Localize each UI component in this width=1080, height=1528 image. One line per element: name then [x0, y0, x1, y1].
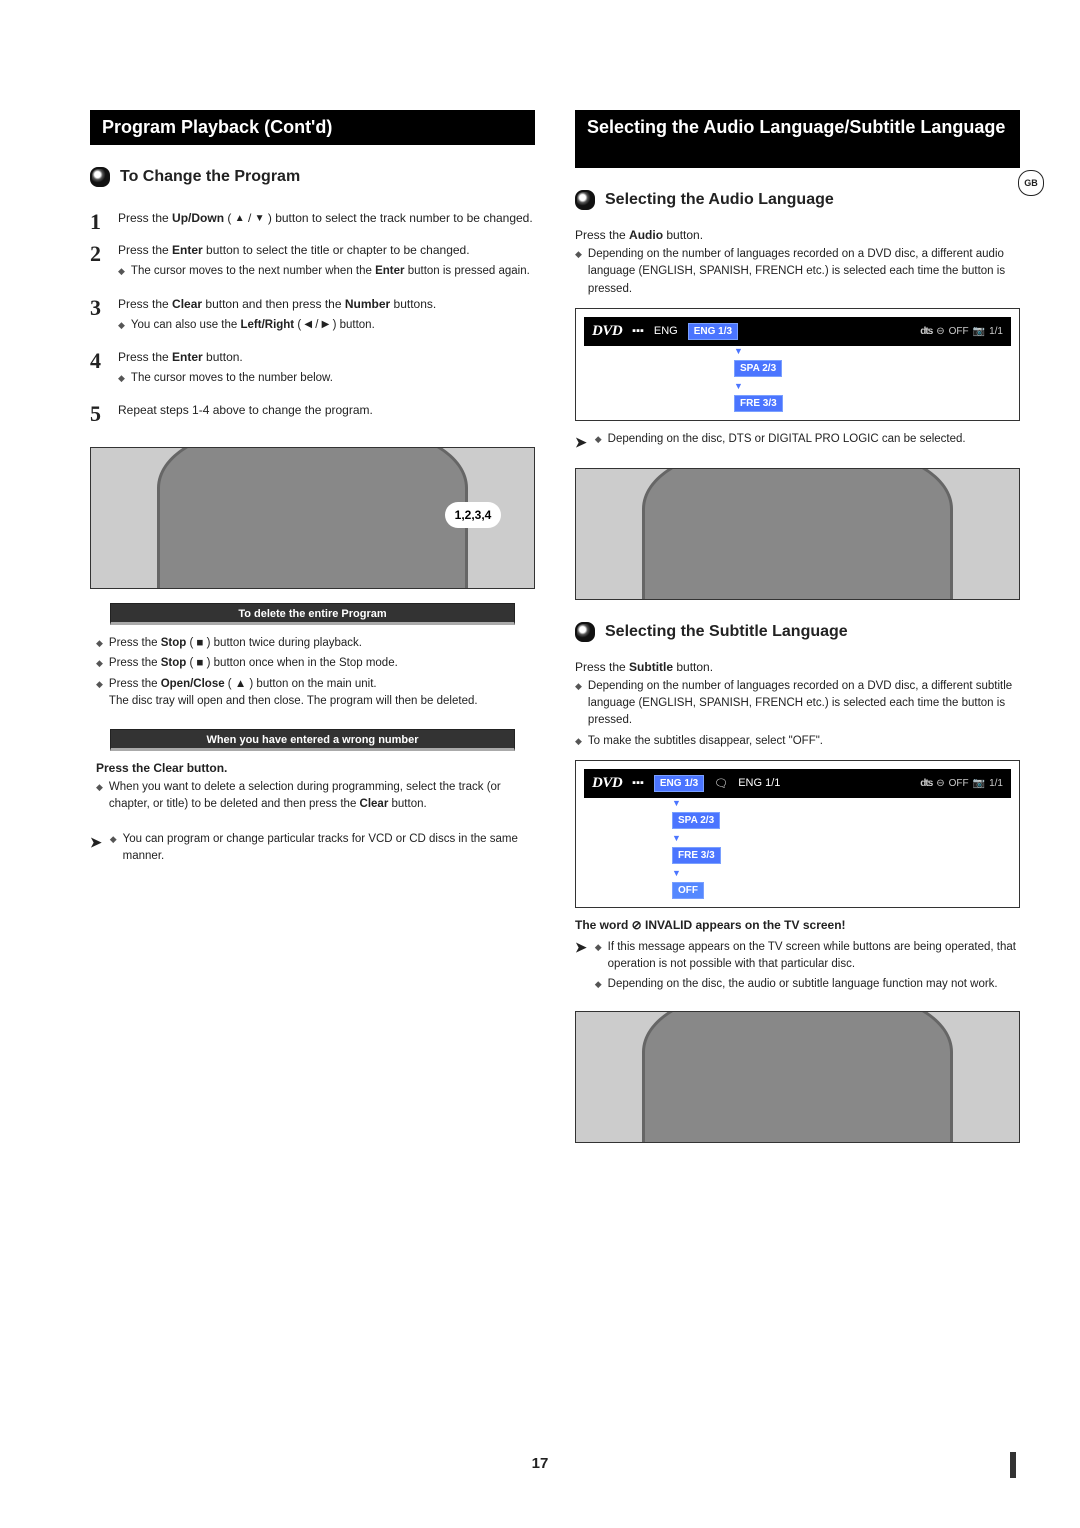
invalid-note-1: If this message appears on the TV screen… [595, 939, 1020, 974]
page-content: Program Playback (Cont'd) To Change the … [0, 0, 1080, 1217]
osd-tag-fre33: FRE 3/3 [734, 395, 783, 412]
callout-1234: 1,2,3,4 [445, 502, 501, 528]
subtitle-note-1: Depending on the number of languages rec… [575, 678, 1020, 730]
dts-icon: dts [920, 326, 932, 337]
audio-note-1: Depending on the number of languages rec… [575, 246, 1020, 298]
subtitle-note-2: To make the subtitles disappear, select … [575, 733, 1020, 750]
osd-tag-s-spa23: SPA 2/3 [672, 812, 720, 829]
note-bar-wrong: When you have entered a wrong number [110, 729, 515, 751]
remote-figure-3 [575, 1011, 1020, 1143]
subheading-subtitle-text: Selecting the Subtitle Language [605, 623, 848, 641]
delete-program-block: Press the Stop ( ■ ) button twice during… [90, 635, 535, 717]
osd-sub-eng11: ENG 1/1 [738, 777, 780, 789]
osd-figure-audio: DVD ▪▪▪ ENG ENG 1/3 dts ⊖ OFF 📷 1/1 ▼ SP… [575, 308, 1020, 421]
subheading-subtitle: Selecting the Subtitle Language [575, 622, 1020, 642]
step-4: Press the Enter button. The cursor moves… [90, 344, 535, 397]
dolby-icon: ⊖ [936, 778, 944, 789]
note-bar-delete: To delete the entire Program [110, 603, 515, 625]
subheading-audio: Selecting the Audio Language [575, 190, 1020, 210]
step-1-text: Press the Up/Down ( ▲ / ▼ ) button to se… [118, 211, 533, 225]
arrow-icon: ➤ [575, 935, 587, 996]
osd-tag-spa23: SPA 2/3 [734, 360, 782, 377]
page-number: 17 [532, 1455, 549, 1472]
arrow-icon: ➤ [90, 830, 102, 865]
arrow-icon: ➤ [575, 430, 587, 453]
subheading-change-program: To Change the Program [90, 167, 535, 187]
osd-strip-subtitle: DVD ▪▪▪ ENG 1/3 🗨 ENG 1/1 dts ⊖ OFF 📷 1/… [584, 769, 1011, 798]
osd-figure-subtitle: DVD ▪▪▪ ENG 1/3 🗨 ENG 1/1 dts ⊖ OFF 📷 1/… [575, 760, 1020, 908]
left-header: Program Playback (Cont'd) [90, 110, 535, 145]
left-column: Program Playback (Cont'd) To Change the … [90, 110, 535, 1157]
invalid-note-wrap: ➤ If this message appears on the TV scre… [575, 936, 1020, 997]
invalid-title: The word ⊘ INVALID appears on the TV scr… [575, 918, 1020, 932]
osd-eng-label: ENG [654, 325, 678, 337]
osd-right-sub: dts ⊖ OFF 📷 1/1 [920, 778, 1003, 789]
dvd-logo-icon: DVD [592, 323, 622, 340]
step-3-text: Press the Clear button and then press th… [118, 297, 436, 311]
subheading-text: To Change the Program [120, 168, 300, 186]
right-column: Selecting the Audio Language/Subtitle La… [575, 110, 1020, 1157]
camera-icon: 📷 [973, 778, 985, 789]
step-2-text: Press the Enter button to select the tit… [118, 243, 470, 257]
region-badge: GB [1018, 170, 1044, 196]
step-2: Press the Enter button to select the tit… [90, 237, 535, 290]
step-3: Press the Clear button and then press th… [90, 291, 535, 344]
delete-line-3: Press the Open/Close ( ▲ ) button on the… [96, 676, 529, 711]
steps-list: Press the Up/Down ( ▲ / ▼ ) button to se… [90, 205, 535, 429]
bullet-icon [575, 622, 595, 642]
step-5: Repeat steps 1-4 above to change the pro… [90, 397, 535, 429]
wrong-line-1: When you want to delete a selection duri… [96, 779, 529, 814]
delete-line-2: Press the Stop ( ■ ) button once when in… [96, 655, 529, 672]
right-header: Selecting the Audio Language/Subtitle La… [575, 110, 1020, 168]
step-1: Press the Up/Down ( ▲ / ▼ ) button to se… [90, 205, 535, 237]
osd-strip-audio: DVD ▪▪▪ ENG ENG 1/3 dts ⊖ OFF 📷 1/1 [584, 317, 1011, 346]
remote-figure-2 [575, 468, 1020, 600]
osd-tag-eng13: ENG 1/3 [688, 323, 738, 340]
remote-figure-1: 1,2,3,4 [90, 447, 535, 589]
press-clear-title: Press the Clear button. [90, 761, 535, 775]
subtitle-note-block: Depending on the number of languages rec… [575, 678, 1020, 750]
camera-icon: 📷 [973, 326, 985, 337]
vcd-note: ➤ You can program or change particular t… [90, 831, 535, 866]
subtitle-press-line: Press the Subtitle button. [575, 660, 1020, 674]
step-2-note: The cursor moves to the next number when… [118, 263, 535, 280]
dolby-note: ➤ Depending on the disc, DTS or DIGITAL … [575, 431, 1020, 454]
bullet-icon [90, 167, 110, 187]
osd-tag-s-fre33: FRE 3/3 [672, 847, 721, 864]
dolby-icon: ⊖ [936, 326, 944, 337]
invalid-note-2: Depending on the disc, the audio or subt… [595, 976, 1020, 993]
bullet-icon [575, 190, 595, 210]
audio-note-block: Depending on the number of languages rec… [575, 246, 1020, 298]
delete-line-1: Press the Stop ( ■ ) button twice during… [96, 635, 529, 652]
dvd-logo-icon: DVD [592, 775, 622, 792]
page-number-bar [1010, 1452, 1016, 1478]
step-4-note: The cursor moves to the number below. [118, 370, 535, 387]
osd-right-audio: dts ⊖ OFF 📷 1/1 [920, 326, 1003, 337]
step-4-text: Press the Enter button. [118, 350, 243, 364]
osd-tag-s-off: OFF [672, 882, 704, 899]
step-5-text: Repeat steps 1-4 above to change the pro… [118, 403, 373, 417]
step-3-note: You can also use the Left/Right ( ◀ / ▶ … [118, 317, 535, 334]
audio-press-line: Press the Audio button. [575, 228, 1020, 242]
osd-tag-s-eng13: ENG 1/3 [654, 775, 704, 792]
subheading-audio-text: Selecting the Audio Language [605, 191, 834, 209]
dts-icon: dts [920, 778, 932, 789]
wrong-number-block: When you want to delete a selection duri… [90, 779, 535, 821]
